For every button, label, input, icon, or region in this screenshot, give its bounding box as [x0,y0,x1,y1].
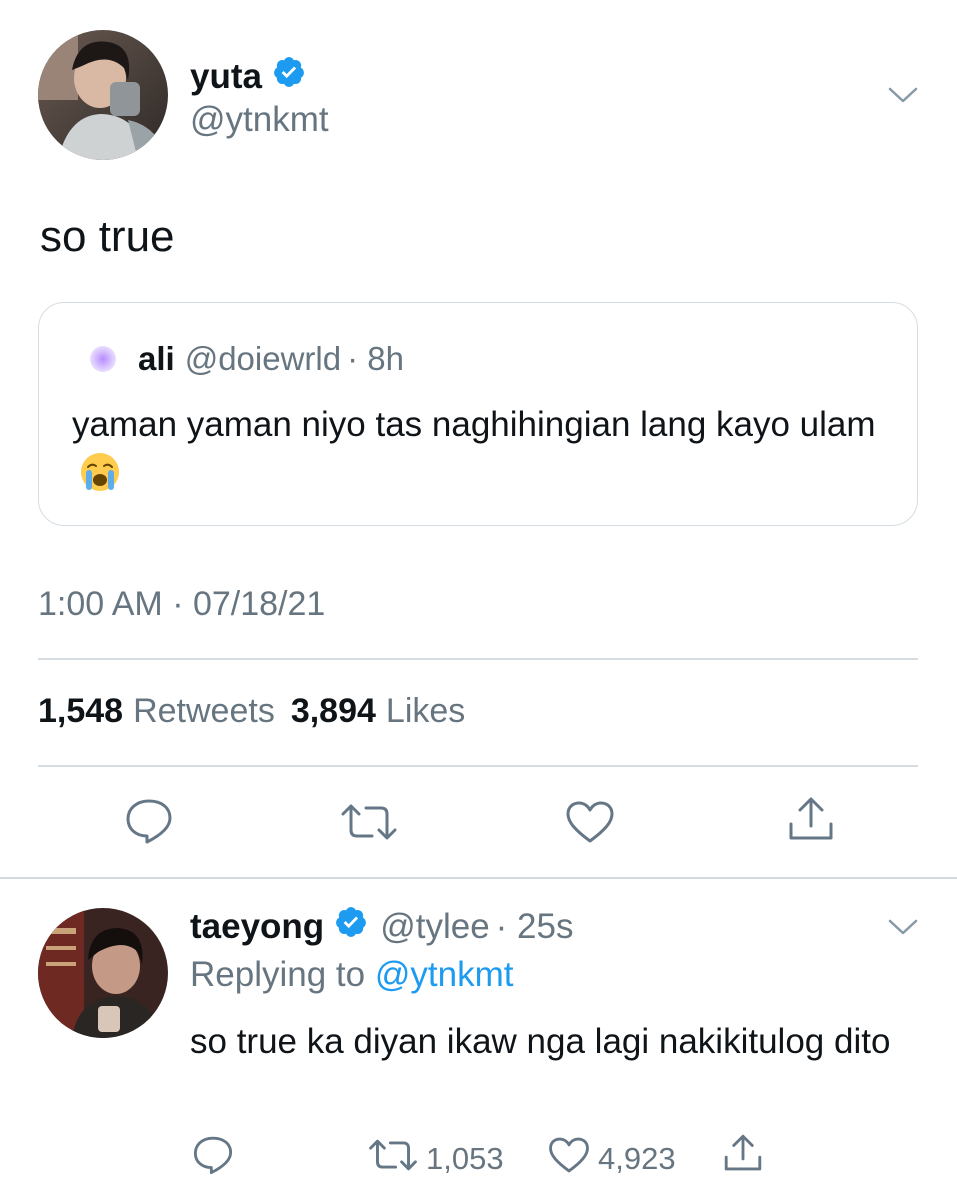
quoted-author-handle: @doiewrld [184,340,342,377]
chevron-down-icon[interactable] [888,86,918,109]
main-author-handle[interactable]: @ytnkmt [190,100,329,140]
quoted-tweet-body: yaman yaman niyo tas naghihingian lang k… [72,400,892,508]
reply-header: taeyong @tylee · 25s [190,905,573,948]
quoted-author-avatar [90,346,116,372]
main-author-name-row[interactable]: yuta [190,55,306,98]
chevron-down-icon[interactable] [888,918,918,941]
likes-label[interactable]: Likes [386,692,465,731]
divider [38,765,918,767]
replying-to-line: Replying to @ytnkmt [190,955,513,995]
likes-count[interactable]: 3,894 [291,692,376,731]
reply-author-name[interactable]: taeyong [190,907,324,947]
quoted-tweet-time: · 8h [347,340,404,377]
section-divider [0,877,957,879]
verified-badge-icon [334,905,368,948]
reply-like-count: 4,923 [598,1141,676,1176]
quoted-tweet-text: yaman yaman niyo tas naghihingian lang k… [72,405,876,444]
like-icon[interactable] [565,800,615,844]
share-icon[interactable] [786,796,836,842]
retweets-count[interactable]: 1,548 [38,692,123,731]
reply-like-button[interactable]: 4,923 [548,1136,676,1182]
reply-text: so true ka diyan ikaw nga lagi nakikitul… [190,1022,891,1061]
replying-to-handle[interactable]: @ytnkmt [375,955,514,994]
main-tweet-text: so true [40,212,175,261]
crying-face-emoji [78,450,122,508]
retweet-icon[interactable] [340,802,398,842]
main-author-avatar[interactable] [38,30,168,160]
reply-retweet-count: 1,053 [426,1141,504,1176]
tweet-stats: 1,548 Retweets 3,894 Likes [38,692,481,731]
main-author-name[interactable]: yuta [190,57,262,97]
like-icon[interactable] [548,1136,590,1182]
reply-icon[interactable] [192,1135,234,1183]
share-icon[interactable] [722,1133,764,1181]
reply-author-avatar[interactable] [38,908,168,1038]
reply-icon[interactable] [124,798,174,844]
quoted-tweet-header: ali @doiewrld · 8h [90,340,404,378]
replying-to-label: Replying to [190,955,366,994]
retweet-icon[interactable] [368,1137,418,1181]
reply-retweet-button[interactable]: 1,053 [368,1137,504,1181]
reply-time: · 25s [495,906,574,946]
reply-author-handle[interactable]: @tylee [380,907,489,947]
divider [38,658,918,660]
verified-badge-icon [272,55,306,98]
retweets-label[interactable]: Retweets [133,692,275,731]
reply-reply-button[interactable] [192,1135,234,1183]
tweet-timestamp[interactable]: 1:00 AM · 07/18/21 [38,585,325,624]
reply-share-button[interactable] [722,1133,764,1181]
quoted-author-name: ali [138,340,175,377]
